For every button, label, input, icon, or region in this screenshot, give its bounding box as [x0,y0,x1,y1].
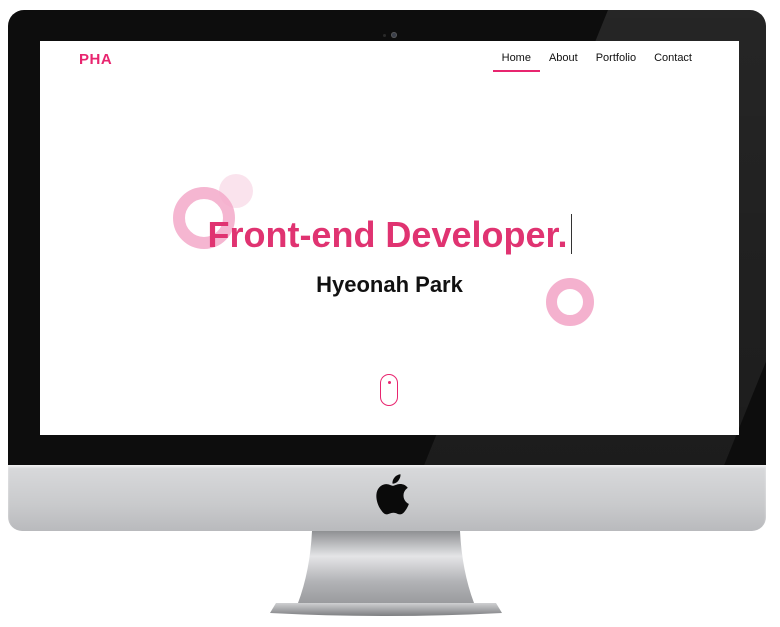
site-logo[interactable]: PHA [79,51,112,68]
imac-mockup: PHA Home About Portfolio Contact Front-e… [0,0,780,627]
website-screen: PHA Home About Portfolio Contact Front-e… [40,41,739,435]
hero-subtitle: Hyeonah Park [316,272,463,297]
hero-title: Front-end Developer. [207,214,568,255]
mouse-wheel-dot [388,381,391,384]
apple-logo-icon [376,474,409,515]
nav-item-portfolio[interactable]: Portfolio [587,52,645,72]
main-nav: Home About Portfolio Contact [492,52,701,72]
mouse-scroll-icon[interactable] [380,374,398,406]
camera-led [383,34,386,37]
nav-item-home[interactable]: Home [492,52,541,72]
nav-item-about[interactable]: About [540,52,587,72]
nav-item-contact[interactable]: Contact [645,52,701,72]
monitor-stand [270,531,502,616]
typing-cursor [570,214,572,255]
hero-title-wrap: Front-end Developer. [40,213,739,257]
camera-icon [391,32,397,38]
